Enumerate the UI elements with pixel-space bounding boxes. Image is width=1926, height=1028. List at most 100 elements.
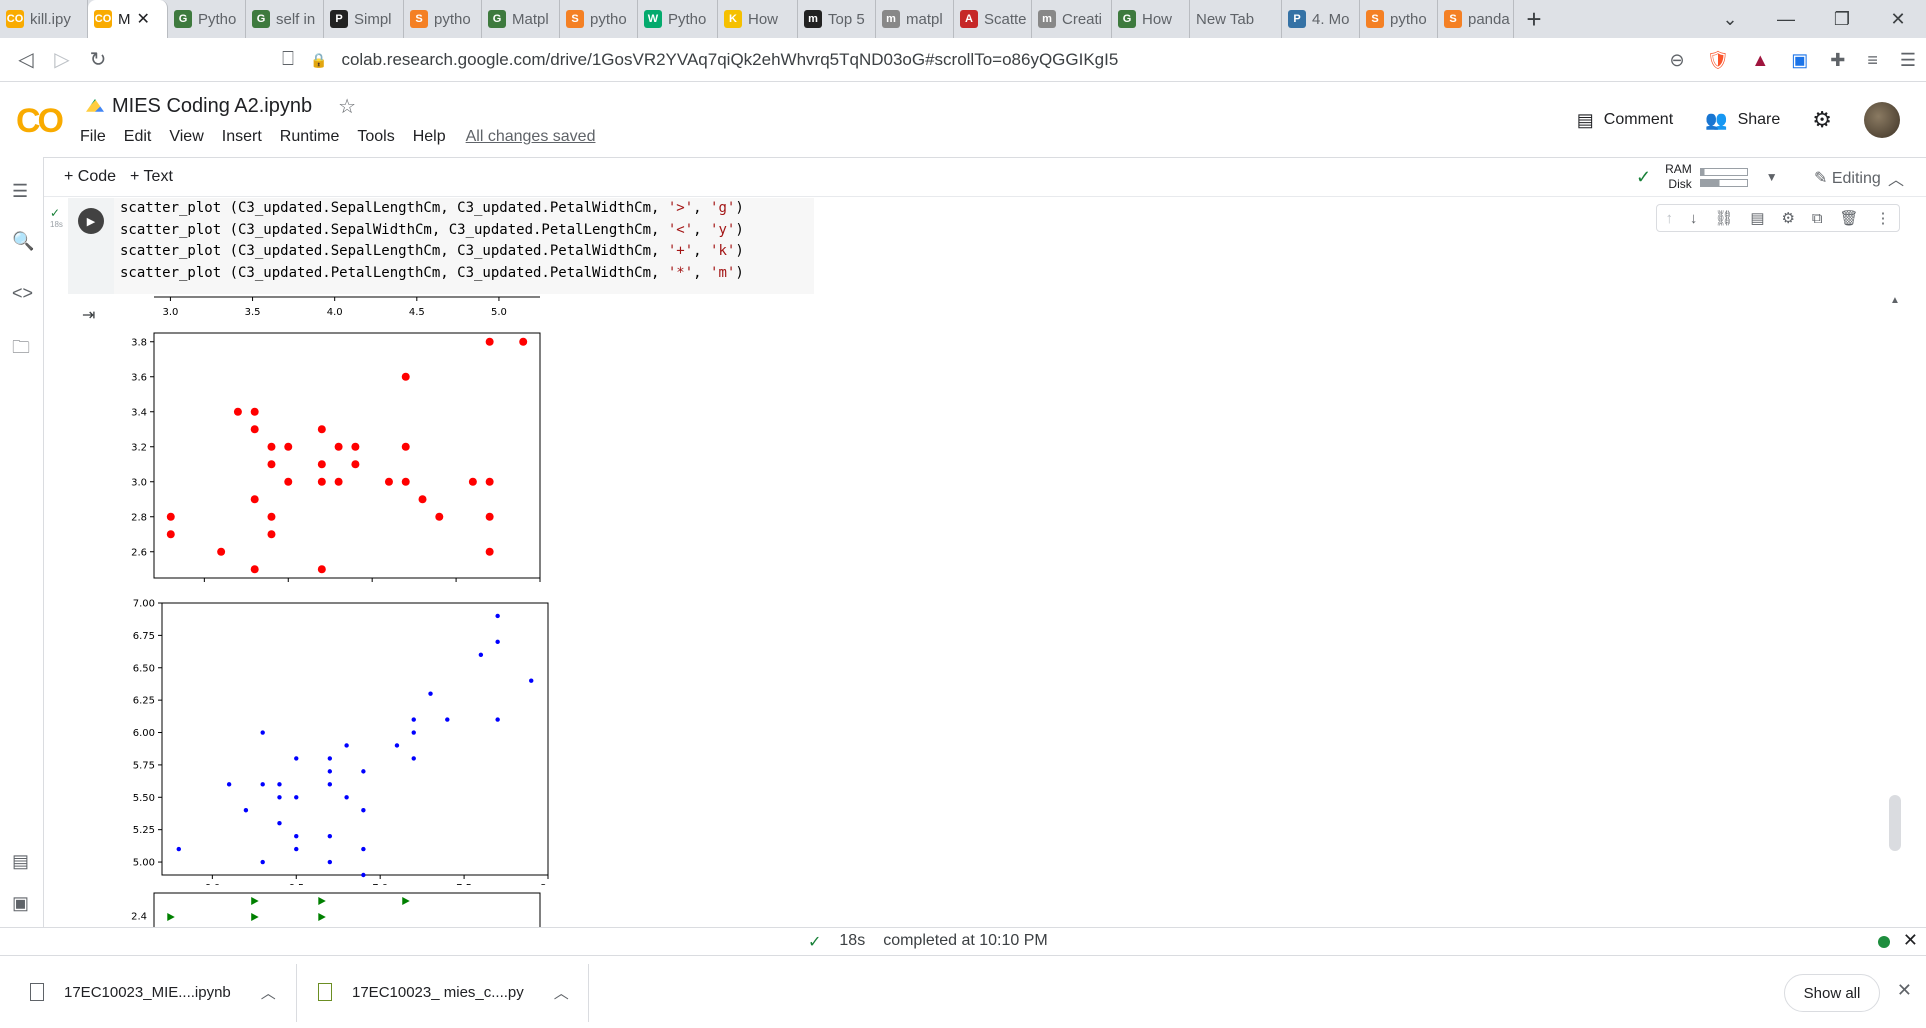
back-icon[interactable]: ◁ (8, 47, 44, 72)
data-point (327, 859, 333, 865)
browser-tab[interactable]: Spanda (1438, 0, 1514, 38)
browser-tab[interactable]: G Matpl (482, 0, 560, 38)
notebook-name[interactable]: MIES Coding A2.ipynb (112, 95, 312, 118)
command-palette-icon[interactable]: ▤ (12, 851, 29, 872)
y-tick-label: 2.6 (131, 547, 147, 558)
tab-favicon-icon: S (410, 10, 428, 28)
menu-item-tools[interactable]: Tools (357, 128, 394, 146)
data-point (317, 477, 326, 486)
files-folder-icon[interactable]: 🗀 (12, 335, 30, 365)
tab-search-icon[interactable]: ⌄ (1702, 9, 1758, 30)
browser-tab[interactable]: m matpl (876, 0, 954, 38)
browser-tab[interactable]: P Simpl (324, 0, 404, 38)
browser-tab[interactable]: New Tab (1190, 0, 1282, 38)
avatar[interactable] (1864, 102, 1900, 138)
chevron-up-icon[interactable]: ︿ (554, 982, 569, 1003)
menu-item-edit[interactable]: Edit (124, 128, 152, 146)
collapse-header-icon[interactable]: ︿ (1888, 166, 1904, 190)
menu-item-file[interactable]: File (80, 128, 106, 146)
terminal-icon[interactable]: ▣ (12, 893, 29, 914)
url-field[interactable]: 🔒 colab.research.google.com/drive/1GosVR… (310, 44, 1520, 76)
data-point (243, 808, 249, 813)
editing-mode-button[interactable]: ✎ Editing (1814, 168, 1881, 188)
extensions-icon[interactable]: ✚ (1830, 50, 1845, 71)
browser-tab[interactable]: P 4. Mo (1282, 0, 1360, 38)
browser-tab[interactable]: K How (718, 0, 798, 38)
show-all-button[interactable]: Show all (1784, 974, 1880, 1012)
cast-icon[interactable]: ▣ (1791, 50, 1808, 71)
minimize-button[interactable]: — (1758, 9, 1814, 30)
comment-button[interactable]: ▤ Comment (1577, 110, 1673, 131)
star-icon[interactable]: ☆ (338, 94, 356, 119)
more-options-icon[interactable]: ⋮ (1875, 209, 1890, 227)
browser-tab[interactable]: Spytho (560, 0, 638, 38)
add-code-button[interactable]: + Code (64, 168, 116, 186)
new-tab-button[interactable]: + (1514, 0, 1554, 38)
chevron-down-icon[interactable]: ▼ (1766, 170, 1778, 184)
status-check-icon: ✓ (808, 934, 822, 951)
menu-item-help[interactable]: Help (413, 128, 446, 146)
mirror-cell-icon[interactable]: ⧉ (1812, 210, 1823, 227)
browser-tab[interactable]: G Pytho (168, 0, 246, 38)
output-scrollbar[interactable]: ▲ (1886, 295, 1904, 927)
tab-favicon-icon: S (1366, 10, 1384, 28)
browser-tab[interactable]: W Pytho (638, 0, 718, 38)
scrollbar-thumb[interactable] (1889, 795, 1901, 851)
chevron-up-icon[interactable]: ︿ (261, 982, 276, 1003)
download-filename: 17EC10023_MIE....ipynb (64, 983, 231, 1001)
code-snippets-icon[interactable]: <> (12, 283, 33, 304)
settings-gear-icon[interactable]: ⚙ (1812, 107, 1832, 133)
browser-tab[interactable]: CO kill.ipy (0, 0, 88, 38)
playlist-icon[interactable]: ≡ (1867, 50, 1878, 71)
search-icon[interactable]: 🔍 (12, 231, 34, 252)
browser-tab[interactable]: CO M ✕ (88, 0, 168, 38)
table-of-contents-icon[interactable]: ☰ (12, 181, 28, 202)
menu-item-runtime[interactable]: Runtime (280, 128, 340, 146)
download-item[interactable]: 17EC10023_MIE....ipynb ︿ (30, 970, 276, 1014)
bookmark-icon[interactable]: ⎕ (270, 48, 306, 71)
tab-label: self in (276, 10, 316, 28)
browser-tab[interactable]: Spytho (1360, 0, 1438, 38)
run-cell-button[interactable]: ▶ (78, 208, 104, 234)
browser-tab-strip: CO kill.ipy CO M ✕ G Pytho Gself in P Simpl Spytho… (0, 0, 1926, 38)
browser-tab[interactable]: Gself in (246, 0, 324, 38)
browser-tab[interactable]: G How (1112, 0, 1190, 38)
menu-item-insert[interactable]: Insert (222, 128, 262, 146)
move-up-icon[interactable]: ↑ (1665, 210, 1673, 227)
code-marker-arg: '>' (667, 200, 694, 216)
zoom-icon[interactable]: ⊖ (1669, 50, 1684, 71)
browser-tab[interactable]: m Creati (1032, 0, 1112, 38)
ram-disk-indicator[interactable]: ✓ RAM Disk ▼ (1636, 162, 1778, 192)
browser-tab[interactable]: m Top 5 (798, 0, 876, 38)
file-icon (30, 983, 44, 1001)
link-icon[interactable]: ⛓ (1714, 209, 1733, 227)
download-item[interactable]: 17EC10023_ mies_c....py ︿ (318, 970, 569, 1014)
code-editor[interactable]: scatter_plot (C3_updated.SepalLengthCm, … (114, 198, 814, 294)
menu-icon[interactable]: ☰ (1900, 50, 1916, 71)
reload-icon[interactable]: ↻ (80, 47, 116, 72)
scroll-up-icon[interactable]: ▲ (1886, 295, 1904, 306)
comment-cell-icon[interactable]: ▤ (1750, 209, 1764, 227)
close-tab-icon[interactable]: ✕ (137, 9, 150, 29)
move-down-icon[interactable]: ↓ (1690, 210, 1698, 227)
close-downloads-icon[interactable]: ✕ (1897, 980, 1912, 1001)
people-icon: 👥 (1705, 109, 1728, 130)
browser-tab[interactable]: Spytho (404, 0, 482, 38)
close-status-icon[interactable]: ✕ (1903, 930, 1918, 951)
menu-item-view[interactable]: View (169, 128, 203, 146)
browser-tab[interactable]: A Scatte (954, 0, 1032, 38)
save-status[interactable]: All changes saved (466, 128, 596, 146)
output-icon[interactable]: ⇥ (82, 305, 95, 325)
brave-rewards-icon[interactable]: ▲ (1751, 50, 1769, 71)
share-button[interactable]: 👥 Share (1705, 110, 1780, 131)
forward-icon[interactable]: ▷ (44, 47, 80, 72)
cell-settings-icon[interactable]: ⚙ (1781, 209, 1794, 227)
delete-cell-icon[interactable]: 🗑 (1840, 209, 1859, 227)
restore-button[interactable]: ❐ (1814, 9, 1870, 30)
tab-label: pytho (590, 10, 627, 28)
add-text-button[interactable]: + Text (130, 168, 173, 186)
colab-logo[interactable]: CO (16, 102, 64, 141)
close-window-button[interactable]: ✕ (1870, 9, 1926, 30)
data-point (294, 795, 299, 800)
brave-shield-icon[interactable]: 🛡 (1707, 50, 1730, 71)
